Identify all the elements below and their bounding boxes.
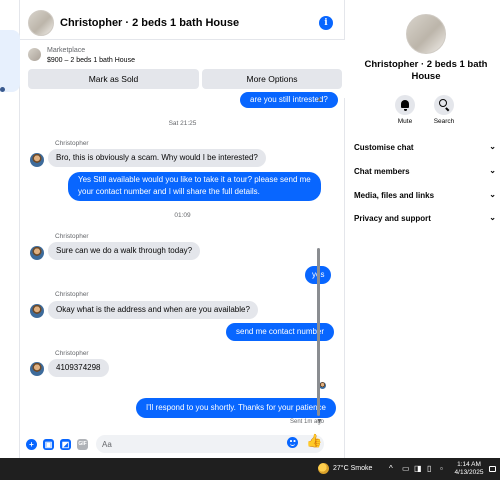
plus-icon[interactable]: + (26, 439, 37, 450)
like-icon[interactable]: 👍 (306, 434, 322, 448)
section-media-files-links[interactable]: Media, files and links ⌄ (354, 190, 496, 205)
listing-price-title[interactable]: $900 – 2 beds 1 bath House (47, 57, 135, 64)
more-options-button[interactable]: More Options (202, 69, 342, 89)
section-label: Chat members (354, 167, 410, 176)
weather-icon[interactable] (318, 463, 329, 474)
panel-avatar[interactable] (406, 14, 446, 54)
marketplace-label: Marketplace (47, 47, 86, 54)
section-chat-members[interactable]: Chat members ⌄ (354, 166, 496, 181)
mute-label: Mute (397, 118, 413, 125)
mute-button[interactable]: Mute (385, 95, 425, 125)
mark-as-sold-button[interactable]: Mark as Sold (28, 69, 199, 89)
search-circle[interactable] (434, 95, 454, 115)
chevron-down-icon: ⌄ (489, 213, 496, 222)
volume-icon[interactable]: ◨ (414, 464, 422, 473)
info-icon[interactable]: i (319, 16, 333, 30)
system-tray-icon[interactable]: ▫ (440, 464, 443, 473)
unread-dot (0, 87, 5, 92)
taskbar-clock[interactable]: 1:14 AM 4/13/2025 (454, 461, 484, 477)
emoji-icon[interactable] (287, 437, 298, 448)
left-sidebar-strip (0, 0, 20, 458)
chat-window: Christopher · 2 beds 1 bath House i Mark… (20, 0, 345, 458)
section-label: Privacy and support (354, 214, 431, 223)
sticker-icon[interactable]: ◩ (60, 439, 71, 450)
marketplace-listing-banner: Marketplace $900 – 2 beds 1 bath House M… (20, 40, 345, 98)
clock-time: 1:14 AM (457, 461, 481, 468)
tray-expand-icon[interactable]: ^ (389, 464, 393, 473)
windows-taskbar: 27°C Smoke ^ ▭ ◨ ▯ ▫ 1:14 AM 4/13/2025 (0, 458, 500, 480)
section-privacy-support[interactable]: Privacy and support ⌄ (354, 213, 496, 228)
chevron-down-icon: ⌄ (489, 190, 496, 199)
search-icon (439, 99, 447, 107)
conversation-avatar[interactable] (28, 10, 54, 36)
selected-conversation-indicator[interactable] (0, 30, 20, 92)
section-customise-chat[interactable]: Customise chat ⌄ (354, 142, 496, 157)
network-icon[interactable]: ▭ (402, 464, 410, 473)
conversation-details-panel: Christopher · 2 beds 1 bath House Mute S… (345, 0, 500, 458)
listing-thumbnail[interactable] (28, 48, 41, 61)
gif-icon[interactable]: GIF (77, 439, 88, 450)
panel-title: Christopher · 2 beds 1 bath House (364, 59, 488, 82)
clock-date: 4/13/2025 (454, 469, 484, 476)
section-label: Media, files and links (354, 191, 435, 200)
battery-icon[interactable]: ▯ (427, 464, 431, 473)
mute-circle[interactable] (395, 95, 415, 115)
bell-icon (401, 100, 409, 111)
notification-icon[interactable] (489, 466, 496, 472)
chevron-down-icon: ⌄ (489, 142, 496, 151)
weather-text[interactable]: 27°C Smoke (333, 465, 372, 472)
chevron-down-icon: ⌄ (489, 166, 496, 175)
section-label: Customise chat (354, 143, 414, 152)
search-button[interactable]: Search (424, 95, 464, 125)
image-icon[interactable]: ▣ (43, 439, 54, 450)
chat-header: Christopher · 2 beds 1 bath House i (20, 0, 345, 40)
conversation-title[interactable]: Christopher · 2 beds 1 bath House (60, 17, 239, 29)
search-label: Search (433, 118, 455, 125)
